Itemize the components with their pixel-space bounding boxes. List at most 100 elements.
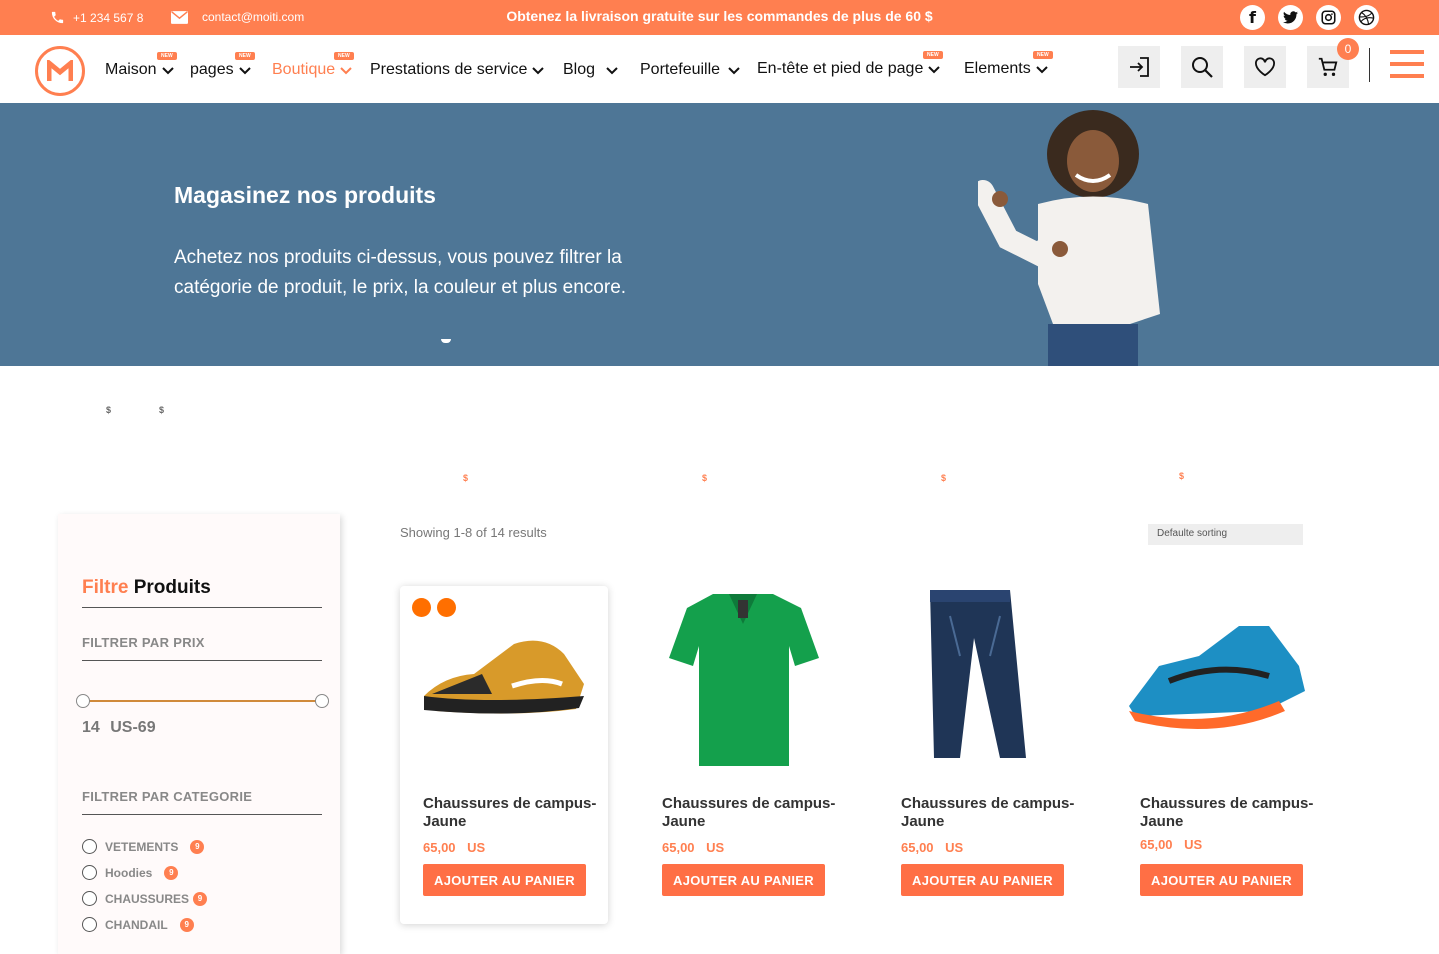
stray-dollar: $ (159, 405, 165, 415)
product-card[interactable]: Chaussures de campus-Jaune 65,00 US AJOU… (878, 586, 1086, 924)
product-card[interactable]: Chaussures de campus-Jaune 65,00 US AJOU… (639, 586, 847, 924)
product-name[interactable]: Chaussures de campus-Jaune (662, 795, 842, 831)
category-radio[interactable] (82, 839, 97, 854)
product-price: 65,00 US (901, 840, 964, 855)
login-icon (1130, 57, 1149, 77)
category-count-badge: 9 (190, 839, 205, 854)
top-bar: +1 234 567 8 contact@moiti.com Obtenez l… (0, 0, 1439, 35)
chevron-down-icon (238, 67, 251, 75)
new-badge: NEW (334, 52, 354, 60)
stray-dollar: $ (106, 405, 112, 415)
phone-icon (51, 11, 64, 24)
mail-icon (171, 10, 188, 24)
category-hoodies[interactable]: Hoodies 9 (82, 865, 179, 880)
nav-item-blog[interactable]: Blog (563, 61, 619, 79)
nav-label: Boutique (272, 61, 336, 78)
cart-button[interactable]: 0 (1307, 38, 1359, 88)
category-chandail[interactable]: CHANDAIL 9 (82, 917, 194, 932)
model-image (978, 110, 1160, 366)
chevron-down-icon (606, 67, 618, 75)
category-label: CHAUSSURES (105, 891, 190, 906)
chevron-down-icon (1035, 66, 1048, 74)
heart-icon (1255, 57, 1275, 77)
nav-item-entete-pied[interactable]: En-tête et pied de page NEW (757, 51, 943, 78)
site-logo[interactable] (35, 46, 85, 96)
phone-number: +1 234 567 8 (73, 10, 144, 25)
hero-indicator (441, 339, 451, 343)
sort-select[interactable]: Defaulte sorting (1148, 524, 1303, 545)
nav-item-elements[interactable]: Elements NEW (964, 51, 1053, 78)
category-filter-heading: FILTRER PAR CATEGORIE (82, 789, 253, 804)
chevron-down-icon (161, 67, 174, 75)
price-slider-max-handle[interactable] (315, 694, 329, 708)
main-nav: Maison NEW pages NEW Boutique NEW Presta… (0, 35, 1439, 103)
add-to-cart-button[interactable]: AJOUTER AU PANIER (1140, 864, 1303, 896)
category-label: Hoodies (105, 865, 153, 880)
logo-m-icon (47, 60, 73, 81)
category-count-badge: 9 (164, 865, 179, 880)
cart-count-badge: 0 (1337, 38, 1359, 60)
nav-item-pages[interactable]: pages NEW (190, 52, 255, 79)
nav-item-portefeuille[interactable]: Portefeuille (640, 61, 741, 79)
nav-label: Elements (964, 60, 1031, 77)
new-badge: NEW (923, 51, 943, 59)
product-image-green-polo (669, 594, 819, 766)
chevron-down-icon (928, 66, 941, 74)
category-radio[interactable] (82, 891, 97, 906)
wishlist-button[interactable] (1244, 46, 1286, 88)
product-image-blue-sneaker (1129, 626, 1305, 729)
search-button[interactable] (1181, 46, 1223, 88)
nav-item-prestations[interactable]: Prestations de service (370, 61, 545, 79)
product-card[interactable]: Chaussures de campus-Jaune 65,00 US AJOU… (1117, 586, 1325, 924)
product-card[interactable]: Chaussures de campus-Jaune 65,00 US AJOU… (400, 586, 608, 924)
login-button[interactable] (1118, 46, 1160, 88)
twitter-icon[interactable] (1278, 5, 1303, 30)
product-price: 65,00 US (423, 840, 486, 855)
stray-dollar: $ (941, 473, 947, 483)
chevron-down-icon (340, 67, 352, 75)
product-name[interactable]: Chaussures de campus-Jaune (1140, 795, 1320, 831)
nav-item-maison[interactable]: Maison NEW (105, 52, 177, 79)
new-badge: NEW (1033, 51, 1053, 59)
category-count-badge: 9 (179, 917, 194, 932)
filter-title-accent: Filtre (82, 577, 129, 598)
product-name[interactable]: Chaussures de campus-Jaune (901, 795, 1081, 831)
nav-label: Portefeuille (640, 61, 721, 78)
nav-item-boutique[interactable]: Boutique NEW (272, 52, 354, 79)
category-radio[interactable] (82, 865, 97, 880)
product-price: 65,00 US (1140, 837, 1203, 852)
results-count: Showing 1-8 of 14 results (400, 525, 547, 540)
nav-divider (1369, 48, 1370, 82)
email-contact[interactable]: contact@moiti.com (171, 10, 304, 24)
price-range-value: 14 US-69 (82, 719, 156, 736)
facebook-icon[interactable]: f (1240, 5, 1265, 30)
dribbble-icon[interactable] (1354, 5, 1379, 30)
price-slider-min-handle[interactable] (76, 694, 90, 708)
product-image-yellow-sneaker (424, 640, 584, 714)
product-name[interactable]: Chaussures de campus-Jaune (423, 795, 603, 831)
social-links: f (1240, 5, 1379, 30)
stray-dollar: $ (1179, 471, 1185, 481)
nav-label: pages (190, 61, 234, 78)
stray-dollar: $ (463, 473, 469, 483)
stray-dollar: $ (702, 473, 708, 483)
category-radio[interactable] (82, 917, 97, 932)
category-label: VETEMENTS (105, 839, 179, 854)
category-vetements[interactable]: VETEMENTS 9 (82, 839, 205, 854)
price-slider-track[interactable] (82, 700, 322, 702)
category-label: CHANDAIL (105, 917, 168, 932)
add-to-cart-button[interactable]: AJOUTER AU PANIER (662, 864, 825, 896)
add-to-cart-button[interactable]: AJOUTER AU PANIER (423, 864, 586, 896)
nav-label: En-tête et pied de page (757, 60, 924, 77)
category-chaussures[interactable]: CHAUSSURES 9 (82, 891, 208, 906)
instagram-icon[interactable] (1316, 5, 1341, 30)
search-icon (1192, 57, 1213, 78)
email-address: contact@moiti.com (202, 10, 305, 24)
chevron-down-icon (532, 67, 545, 75)
cart-icon (1318, 57, 1338, 76)
product-price: 65,00 US (662, 840, 725, 855)
new-badge: NEW (157, 52, 177, 60)
phone-contact[interactable]: +1 234 567 8 (50, 10, 143, 25)
hamburger-menu-icon[interactable] (1390, 50, 1424, 82)
add-to-cart-button[interactable]: AJOUTER AU PANIER (901, 864, 1064, 896)
